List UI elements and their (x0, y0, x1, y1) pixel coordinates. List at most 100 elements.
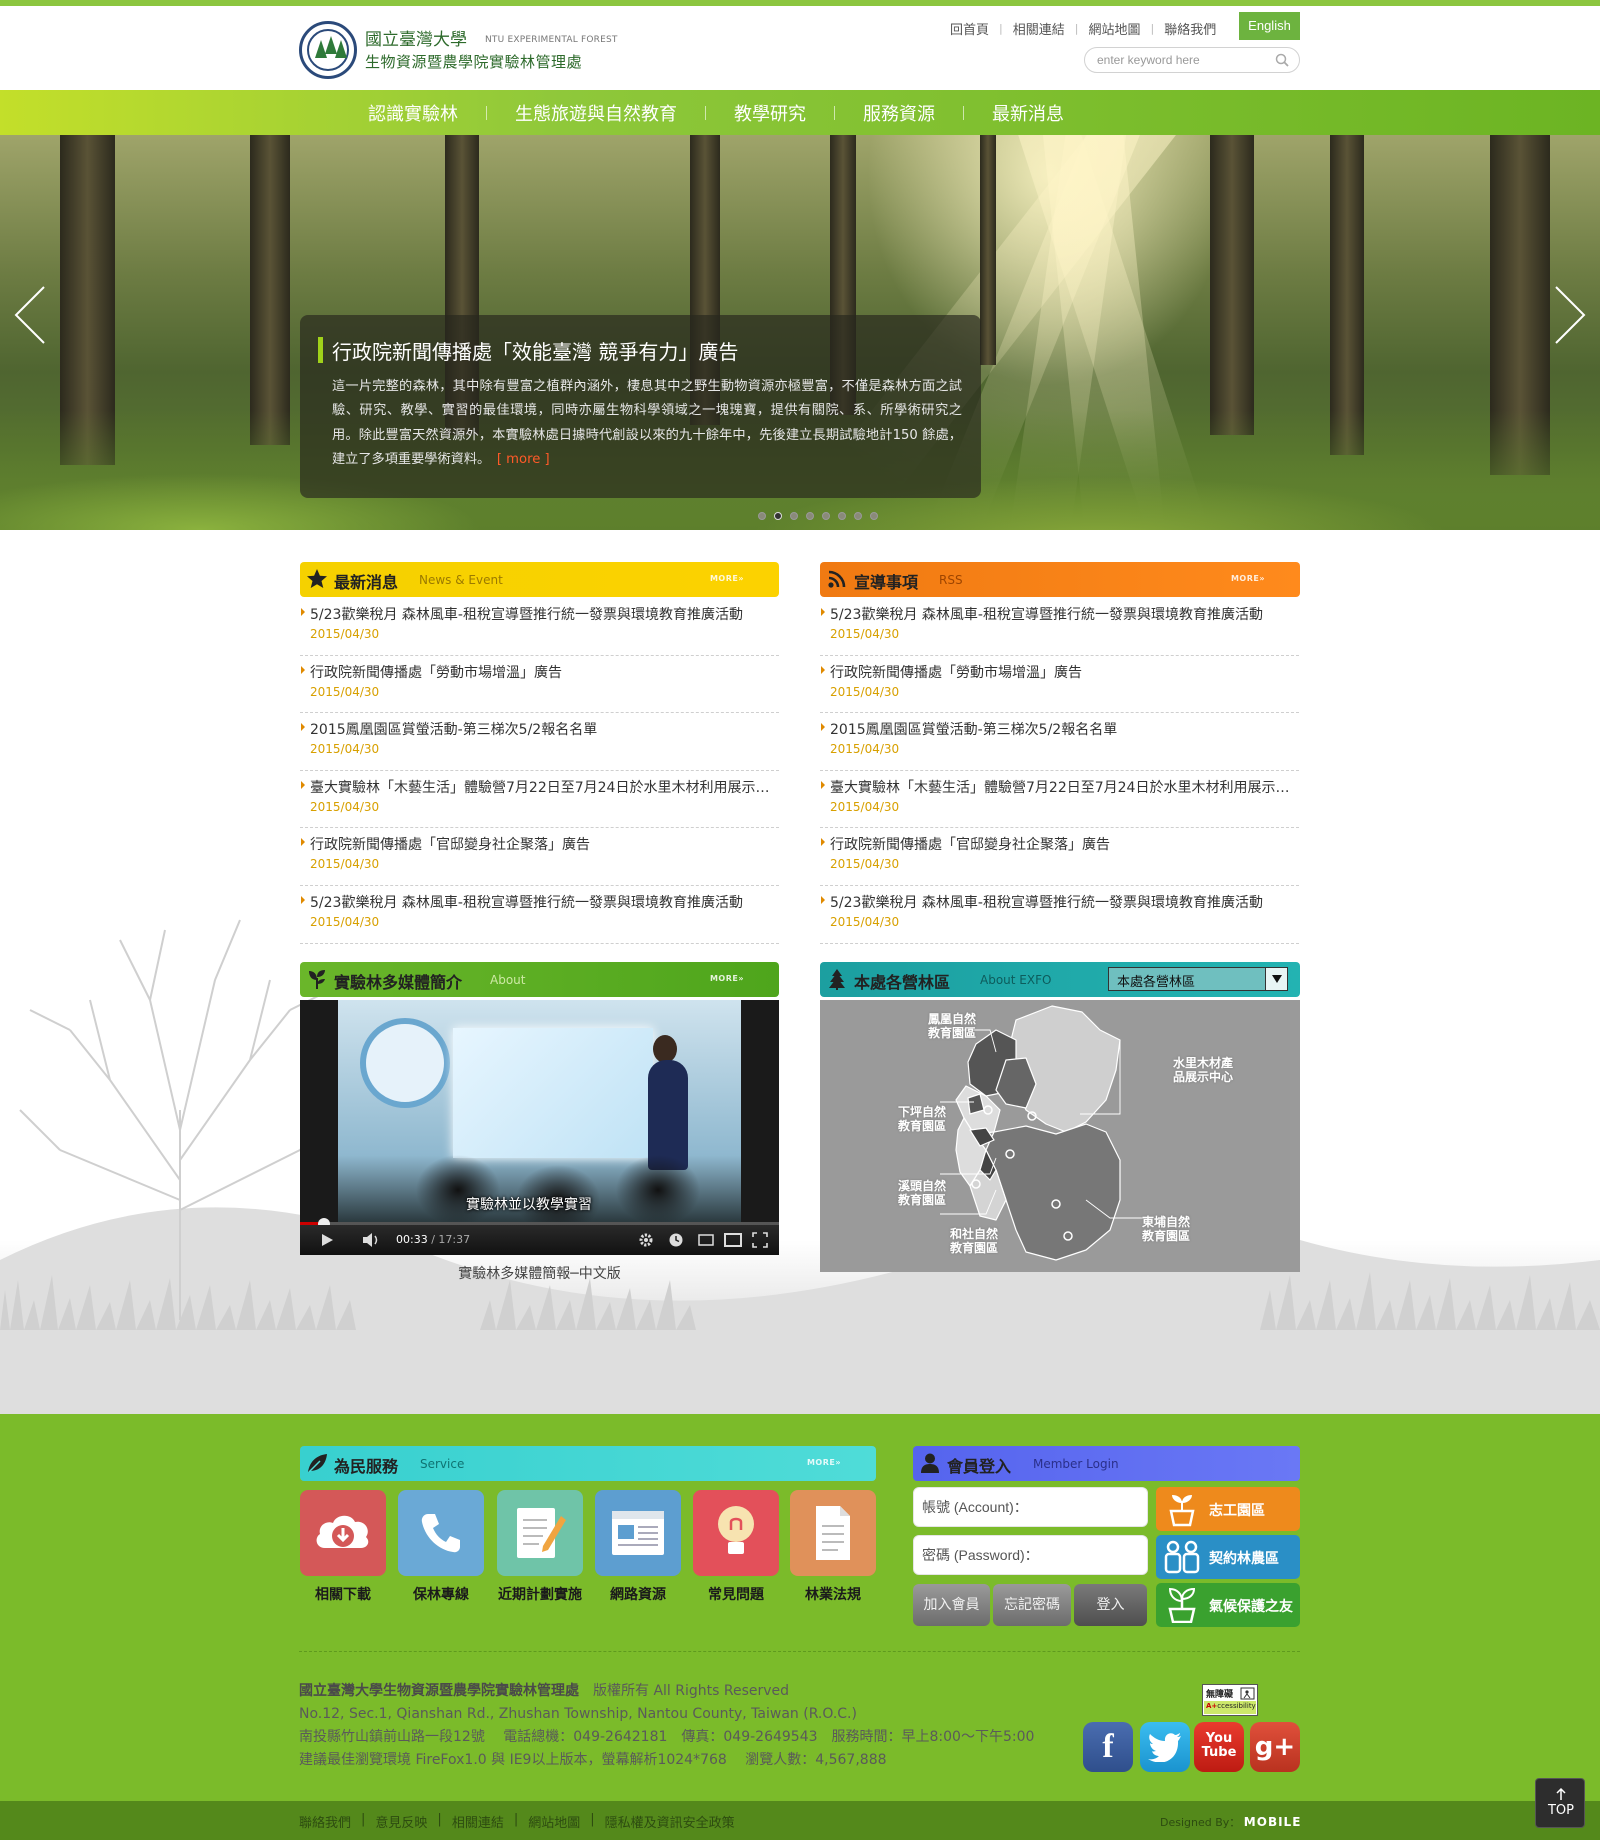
designer-logo[interactable]: MOBILE (1244, 1815, 1302, 1829)
slider-dot[interactable] (838, 512, 846, 520)
slider-dot[interactable] (790, 512, 798, 520)
news-list-item[interactable]: 5/23歡樂稅月 森林風車-租稅宣導暨推行統一發票與環境教育推廣活動 2015/0… (300, 598, 779, 656)
service-web-resources-button[interactable] (595, 1490, 681, 1576)
toplink-contact[interactable]: 聯絡我們 (1154, 19, 1226, 38)
bottom-link-privacy[interactable]: 隱私權及資訊安全政策 (605, 1812, 735, 1831)
toplink-related[interactable]: 相關連結 (1003, 19, 1075, 38)
play-icon[interactable] (320, 1233, 334, 1247)
slider-dot[interactable] (774, 512, 782, 520)
service-faq-button[interactable] (693, 1490, 779, 1576)
search-box (1084, 47, 1300, 73)
media-more-link[interactable]: MORE» (710, 974, 744, 983)
slider-dot[interactable] (870, 512, 878, 520)
join-member-button[interactable]: 加入會員 (913, 1584, 990, 1626)
rss-list-item[interactable]: 5/23歡樂稅月 森林風車-租稅宣導暨推行統一發票與環境教育推廣活動 2015/0… (820, 598, 1299, 656)
nav-services[interactable]: 服務資源 (835, 100, 963, 126)
news-item-title[interactable]: 5/23歡樂稅月 森林風車-租稅宣導暨推行統一發票與環境教育推廣活動 (310, 892, 775, 912)
facebook-icon[interactable]: f (1083, 1722, 1133, 1772)
volume-icon[interactable] (362, 1232, 382, 1248)
news-list-item[interactable]: 臺大實驗林「木藝生活」體驗營7月22日至7月24日於水里木材利用展示中心 2015… (300, 771, 779, 829)
forgot-password-button[interactable]: 忘記密碼 (993, 1584, 1071, 1626)
service-regulations-button[interactable] (790, 1490, 876, 1576)
mini-player-icon[interactable] (698, 1234, 714, 1246)
volunteer-zone-button[interactable]: 志工園區 (1156, 1487, 1300, 1531)
map-label-xiaping[interactable]: 下坪自然 教育園區 (898, 1105, 946, 1133)
password-input[interactable] (922, 1545, 1137, 1565)
service-hotline-button[interactable] (398, 1490, 484, 1576)
contract-farmer-button[interactable]: 契約林農區 (1156, 1535, 1300, 1579)
google-plus-icon[interactable]: g+ (1250, 1722, 1300, 1772)
rss-list-item[interactable]: 臺大實驗林「木藝生活」體驗營7月22日至7月24日於水里木材利用展示中心 2015… (820, 771, 1299, 829)
news-item-title[interactable]: 行政院新聞傳播處「勞動市場增溫」廣告 (310, 662, 775, 682)
hero-more-link[interactable]: [ more ] (497, 452, 550, 467)
rss-list-item[interactable]: 5/23歡樂稅月 森林風車-租稅宣導暨推行統一發票與環境教育推廣活動 2015/0… (820, 886, 1299, 944)
rss-list-item[interactable]: 行政院新聞傳播處「官邸變身社企聚落」廣告 2015/04/30 (820, 828, 1299, 886)
site-logo[interactable]: 國立臺灣大學 NTU EXPERIMENTAL FOREST 生物資源暨農學院實… (299, 21, 617, 81)
map-label-fenghuang[interactable]: 鳳凰自然 教育園區 (928, 1012, 976, 1040)
area-select-dropdown[interactable]: 本處各營林區 (1108, 967, 1288, 991)
map-label-dongpu[interactable]: 東埔自然 教育園區 (1142, 1215, 1190, 1243)
rss-item-title[interactable]: 臺大實驗林「木藝生活」體驗營7月22日至7月24日於水里木材利用展示中心 (830, 777, 1295, 797)
english-button[interactable]: English (1239, 12, 1300, 40)
watch-later-icon[interactable] (668, 1232, 684, 1248)
news-list-item[interactable]: 行政院新聞傳播處「勞動市場增溫」廣告 2015/04/30 (300, 656, 779, 714)
nav-teaching-research[interactable]: 教學研究 (706, 100, 834, 126)
login-button[interactable]: 登入 (1074, 1584, 1147, 1626)
arrow-up-icon (1556, 1787, 1566, 1800)
account-input[interactable] (922, 1497, 1137, 1517)
news-item-title[interactable]: 臺大實驗林「木藝生活」體驗營7月22日至7月24日於水里木材利用展示中心 (310, 777, 775, 797)
climate-friends-button[interactable]: 氣候保護之友 (1156, 1583, 1300, 1627)
twitter-icon[interactable] (1140, 1722, 1190, 1772)
rss-item-title[interactable]: 行政院新聞傳播處「官邸變身社企聚落」廣告 (830, 834, 1295, 854)
bottom-link-feedback[interactable]: 意見反映 (375, 1812, 427, 1831)
search-icon[interactable] (1275, 53, 1289, 67)
bottom-link-related[interactable]: 相關連結 (452, 1812, 504, 1831)
news-list-item[interactable]: 5/23歡樂稅月 森林風車-租稅宣導暨推行統一發票與環境教育推廣活動 2015/0… (300, 886, 779, 944)
slider-dot[interactable] (822, 512, 830, 520)
map-label-shuili[interactable]: 水里木材產 品展示中心 (1173, 1056, 1233, 1084)
toplink-sitemap[interactable]: 網站地圖 (1078, 19, 1150, 38)
accessibility-badge[interactable]: 無障礙 A+ccessibility (1202, 1684, 1258, 1716)
map-label-heshe[interactable]: 和社自然 教育園區 (950, 1227, 998, 1255)
bottom-link-contact[interactable]: 聯絡我們 (299, 1812, 351, 1831)
slider-dot[interactable] (758, 512, 766, 520)
video-player[interactable]: 實驗林並以教學實習 00:33 / 17:37 (300, 1000, 779, 1255)
service-more-link[interactable]: MORE» (807, 1458, 841, 1467)
rss-list-item[interactable]: 2015鳳凰園區賞螢活動-第三梯次5/2報名名單 2015/04/30 (820, 713, 1299, 771)
service-downloads-button[interactable] (300, 1490, 386, 1576)
pine-tree-icon (829, 969, 845, 990)
rss-item-title[interactable]: 5/23歡樂稅月 森林風車-租稅宣導暨推行統一發票與環境教育推廣活動 (830, 604, 1295, 624)
youtube-icon[interactable]: You Tube (1194, 1722, 1244, 1772)
rss-item-title[interactable]: 行政院新聞傳播處「勞動市場增溫」廣告 (830, 662, 1295, 682)
news-item-title[interactable]: 5/23歡樂稅月 森林風車-租稅宣導暨推行統一發票與環境教育推廣活動 (310, 604, 775, 624)
toplink-home[interactable]: 回首頁 (940, 19, 999, 38)
nav-latest-news[interactable]: 最新消息 (964, 100, 1092, 126)
slider-dot[interactable] (806, 512, 814, 520)
nav-ecotourism[interactable]: 生態旅遊與自然教育 (487, 100, 705, 126)
rss-list-item[interactable]: 行政院新聞傳播處「勞動市場增溫」廣告 2015/04/30 (820, 656, 1299, 714)
nav-about-forest[interactable]: 認識實驗林 (340, 100, 486, 126)
hero-title[interactable]: 行政院新聞傳播處「效能臺灣 競爭有力」廣告 (332, 336, 738, 365)
areas-panel-header: 本處各營林區 About EXFO 本處各營林區 (820, 962, 1300, 997)
theater-mode-icon[interactable] (724, 1233, 742, 1247)
rss-item-title[interactable]: 2015鳳凰園區賞螢活動-第三梯次5/2報名名單 (830, 719, 1295, 739)
news-more-link[interactable]: MORE» (710, 574, 744, 583)
rss-item-title[interactable]: 5/23歡樂稅月 森林風車-租稅宣導暨推行統一發票與環境教育推廣活動 (830, 892, 1295, 912)
news-list-item[interactable]: 行政院新聞傳播處「官邸變身社企聚落」廣告 2015/04/30 (300, 828, 779, 886)
news-item-title[interactable]: 2015鳳凰園區賞螢活動-第三梯次5/2報名名單 (310, 719, 775, 739)
bottom-link-sitemap[interactable]: 網站地圖 (528, 1812, 580, 1831)
fullscreen-icon[interactable] (752, 1232, 768, 1248)
slider-next-arrow-icon[interactable] (1552, 285, 1588, 345)
settings-gear-icon[interactable] (638, 1232, 654, 1248)
map-label-xitou[interactable]: 溪頭自然 教育園區 (898, 1179, 946, 1207)
back-to-top-button[interactable]: TOP (1535, 1778, 1585, 1828)
slider-prev-arrow-icon[interactable] (12, 285, 48, 345)
news-list-item[interactable]: 2015鳳凰園區賞螢活動-第三梯次5/2報名名單 2015/04/30 (300, 713, 779, 771)
news-item-title[interactable]: 行政院新聞傳播處「官邸變身社企聚落」廣告 (310, 834, 775, 854)
rss-more-link[interactable]: MORE» (1231, 574, 1265, 583)
leaf-icon (308, 1454, 327, 1473)
slider-dot[interactable] (854, 512, 862, 520)
service-plans-button[interactable] (497, 1490, 583, 1576)
edit-note-icon (517, 1508, 566, 1558)
search-input[interactable] (1097, 51, 1267, 69)
